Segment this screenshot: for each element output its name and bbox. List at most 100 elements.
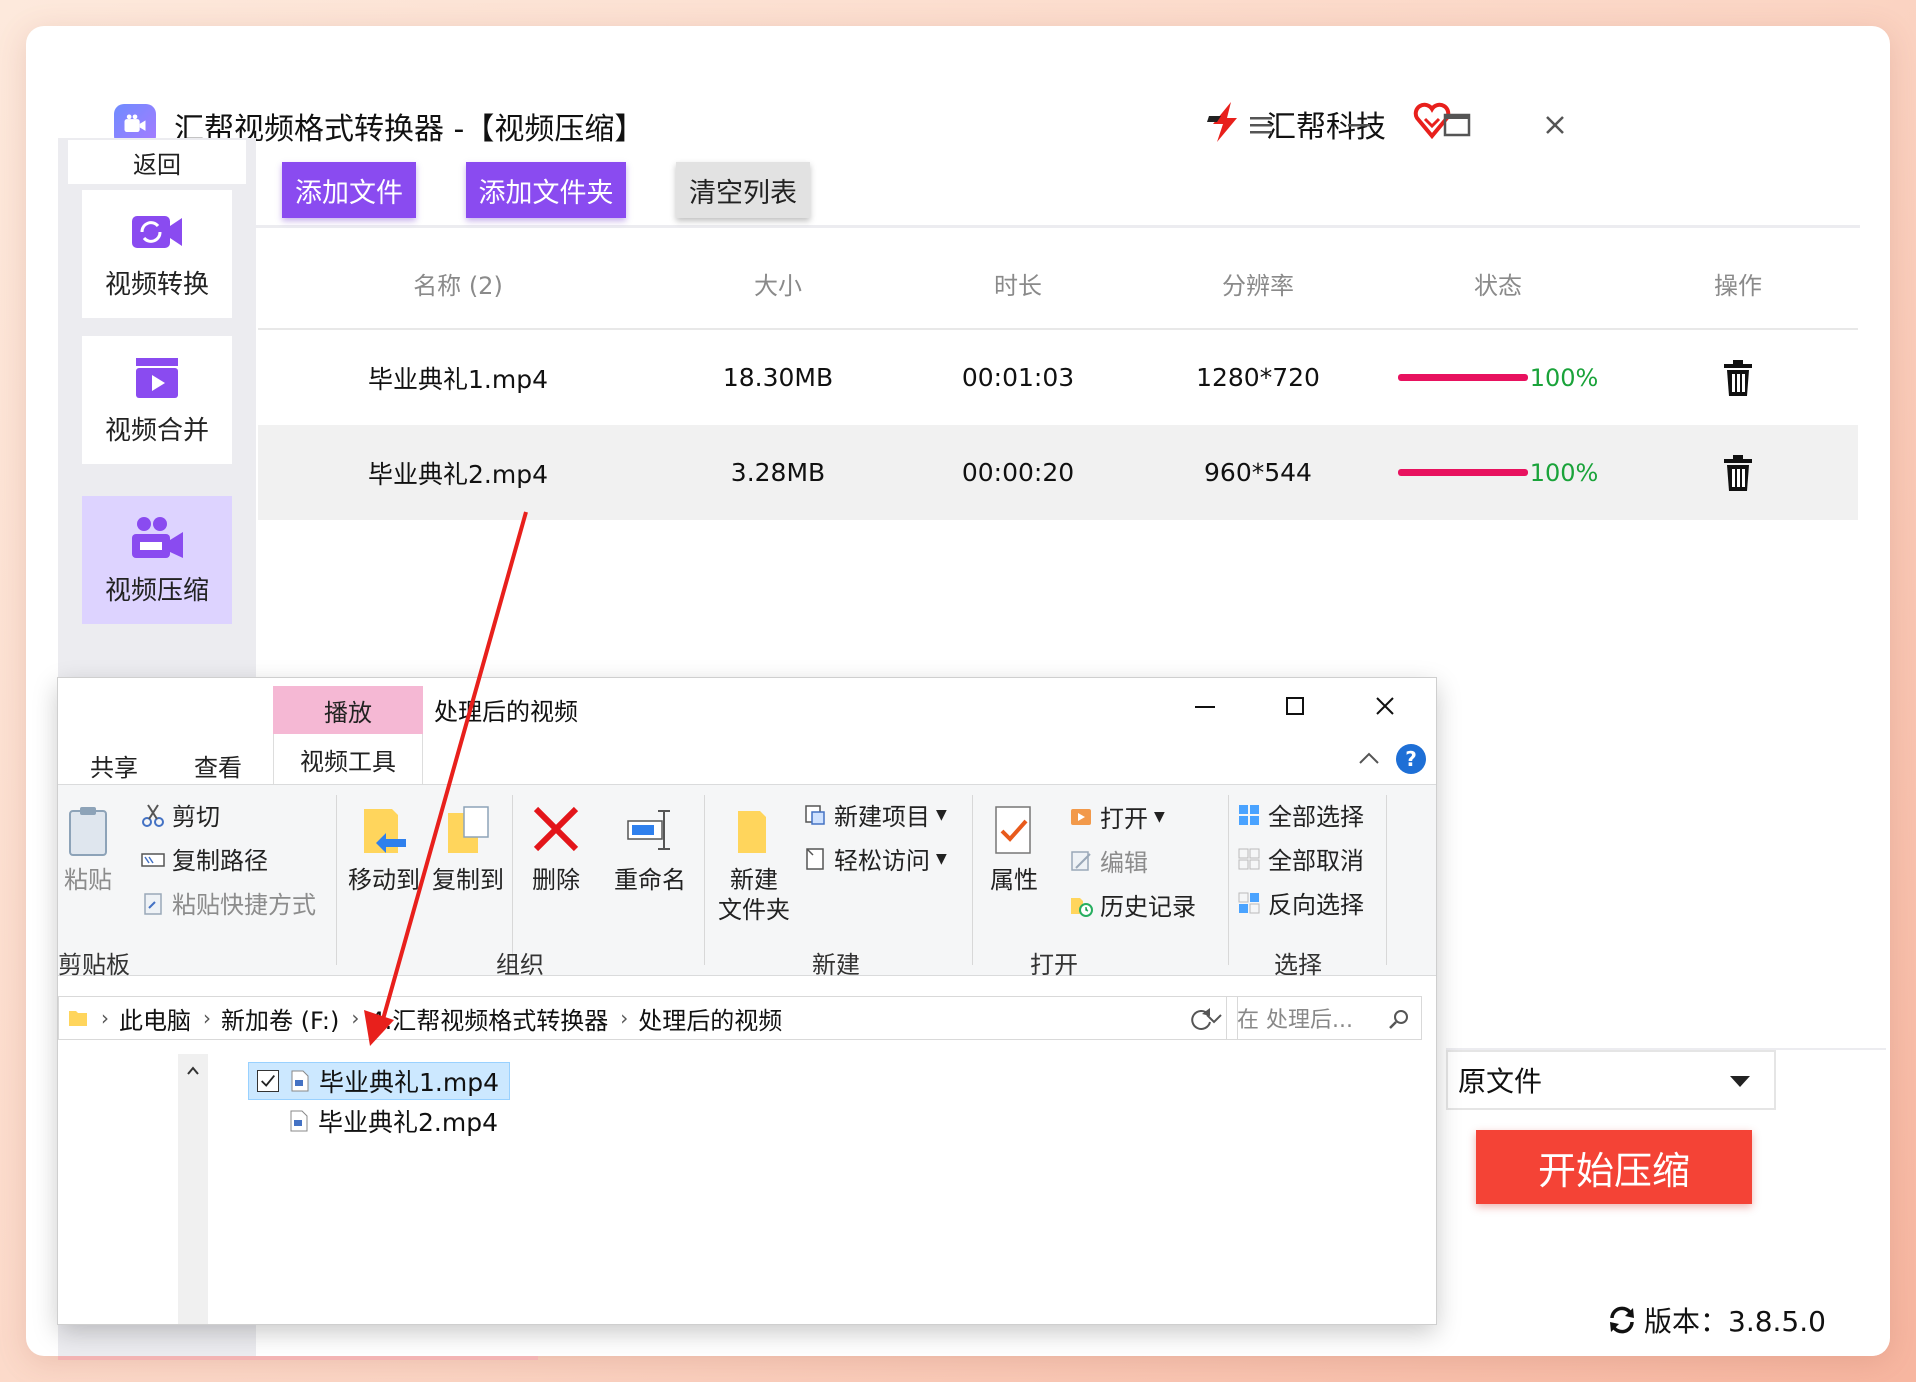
rename-button[interactable]: 重命名 xyxy=(614,803,686,895)
cell-name: 毕业典礼1.mp4 xyxy=(368,364,548,394)
breadcrumb-separator-icon: › xyxy=(203,1006,211,1030)
move-to-button[interactable]: 移动到 xyxy=(348,803,420,895)
copy-path-button[interactable]: 复制路径 xyxy=(140,841,268,876)
paste-button[interactable]: 粘贴 xyxy=(62,803,114,895)
easy-access-icon xyxy=(806,847,824,870)
dropdown-arrow-icon xyxy=(1730,1076,1750,1087)
paste-label: 粘贴 xyxy=(64,866,112,894)
rename-icon xyxy=(627,810,670,850)
back-button[interactable]: 返回 xyxy=(68,140,246,184)
open-button[interactable]: 打开 ▼ xyxy=(1068,799,1165,834)
explorer-maximize-icon[interactable] xyxy=(1270,686,1320,726)
explorer-minimize-icon[interactable] xyxy=(1180,686,1230,726)
trash-icon[interactable] xyxy=(1720,358,1756,398)
table-row[interactable]: 毕业典礼2.mp4 3.28MB 00:00:20 960*544 100% xyxy=(258,425,1858,520)
clear-list-button[interactable]: 清空列表 xyxy=(676,162,810,218)
file-explorer-window: 播放 处理后的视频 共享 查看 视频工具 ? 粘贴 剪切 复制路径 粘贴快捷方式… xyxy=(58,678,1436,1324)
copy-to-label: 复制到 xyxy=(432,866,504,894)
cut-button[interactable]: 剪切 xyxy=(140,797,220,832)
add-folder-button[interactable]: 添加文件夹 xyxy=(466,162,626,218)
tab-play[interactable]: 播放 xyxy=(273,686,423,734)
cell-status: 100% xyxy=(1378,459,1618,487)
scroll-up-icon[interactable] xyxy=(184,1062,202,1080)
breadcrumb-drive[interactable]: 新加卷 (F:) xyxy=(221,1001,339,1036)
file-checkbox[interactable] xyxy=(257,1070,279,1092)
collapse-ribbon-icon[interactable] xyxy=(1354,744,1384,774)
tab-share[interactable]: 共享 xyxy=(90,748,138,783)
address-bar[interactable]: › 此电脑 › 新加卷 (F:) › 4.汇帮视频格式转换器 › 处理后的视频 xyxy=(58,996,1238,1040)
copy-to-icon xyxy=(448,806,489,853)
paste-shortcut-label: 粘贴快捷方式 xyxy=(172,891,316,919)
invert-selection-button[interactable]: 反向选择 xyxy=(1236,885,1364,920)
ribbon: 粘贴 剪切 复制路径 粘贴快捷方式 剪贴板 移动到 复制到 删除 重命名 组织 … xyxy=(58,784,1436,979)
breadcrumb-this-pc[interactable]: 此电脑 xyxy=(119,1001,191,1036)
edit-button[interactable]: 编辑 xyxy=(1068,843,1148,878)
cell-actions xyxy=(1618,358,1858,398)
header-actions: 操作 xyxy=(1714,271,1762,300)
video-convert-icon xyxy=(132,215,182,248)
copy-to-button[interactable]: 复制到 xyxy=(432,803,504,895)
breadcrumb-app-folder[interactable]: 4.汇帮视频格式转换器 xyxy=(369,1001,608,1036)
dropdown-arrow-icon: ▼ xyxy=(936,806,947,823)
group-label-new: 新建 xyxy=(812,951,860,979)
breadcrumb-separator-icon: › xyxy=(620,1006,629,1030)
file-item[interactable]: 毕业典礼2.mp4 xyxy=(288,1102,508,1140)
add-file-button[interactable]: 添加文件 xyxy=(282,162,416,218)
output-location-select[interactable]: 原文件 xyxy=(1446,1050,1776,1110)
easy-access-button[interactable]: 轻松访问 ▼ xyxy=(802,841,947,876)
table-row[interactable]: 毕业典礼1.mp4 18.30MB 00:01:03 1280*720 100% xyxy=(258,330,1858,425)
delete-label: 删除 xyxy=(532,866,580,894)
progress-text: 100% xyxy=(1529,458,1599,487)
new-item-icon xyxy=(805,804,825,825)
history-button[interactable]: 历史记录 xyxy=(1068,887,1196,922)
new-folder-button[interactable]: 新建 文件夹 xyxy=(718,803,790,925)
paste-shortcut-button[interactable]: 粘贴快捷方式 xyxy=(140,885,316,920)
sidebar-item-video-compress[interactable]: 视频压缩 xyxy=(82,496,232,624)
new-folder-icon xyxy=(738,811,766,853)
explorer-header: 播放 处理后的视频 共享 查看 视频工具 ? xyxy=(58,678,1436,784)
decorative-strip xyxy=(58,1356,538,1360)
sidebar-item-video-merge[interactable]: 视频合并 xyxy=(82,336,232,464)
group-label-organize: 组织 xyxy=(496,951,544,979)
header-name: 名称 (2) xyxy=(413,271,503,300)
trash-icon[interactable] xyxy=(1720,453,1756,493)
video-compress-icon xyxy=(132,516,183,558)
explorer-close-icon[interactable] xyxy=(1360,686,1410,726)
refresh-icon[interactable] xyxy=(1188,1006,1214,1032)
tab-video-tools[interactable]: 视频工具 xyxy=(273,734,423,784)
new-folder-label-1: 新建 xyxy=(730,866,778,894)
dropdown-arrow-icon: ▼ xyxy=(936,850,947,867)
tab-view[interactable]: 查看 xyxy=(194,748,242,783)
rename-label: 重命名 xyxy=(614,866,686,894)
scissors-icon xyxy=(142,803,164,827)
help-icon[interactable]: ? xyxy=(1396,744,1426,774)
group-label-open: 打开 xyxy=(1030,951,1078,979)
header-duration: 时长 xyxy=(994,271,1042,300)
start-compress-button[interactable]: 开始压缩 xyxy=(1476,1130,1752,1204)
table-header: 名称 (2) 大小 时长 分辨率 状态 操作 xyxy=(258,238,1858,330)
cell-status: 100% xyxy=(1378,364,1618,392)
delete-button[interactable]: 删除 xyxy=(530,803,582,895)
refresh-icon[interactable] xyxy=(1606,1304,1638,1336)
header-resolution: 分辨率 xyxy=(1222,271,1294,300)
breadcrumb-output-folder[interactable]: 处理后的视频 xyxy=(638,1001,782,1036)
cell-size: 3.28MB xyxy=(730,458,826,487)
cell-resolution: 1280*720 xyxy=(1196,363,1320,392)
select-none-button[interactable]: 全部取消 xyxy=(1236,841,1364,876)
easy-access-label: 轻松访问 xyxy=(834,847,930,875)
file-item[interactable]: 毕业典礼1.mp4 xyxy=(248,1062,510,1100)
sidebar-item-label: 视频压缩 xyxy=(104,575,209,606)
select-all-button[interactable]: 全部选择 xyxy=(1236,797,1364,832)
nav-pane-scrollbar[interactable] xyxy=(178,1054,208,1324)
sidebar-item-video-convert[interactable]: 视频转换 xyxy=(82,190,232,318)
video-merge-icon xyxy=(136,357,178,398)
ribbon-divider xyxy=(1228,795,1229,965)
copy-path-label: 复制路径 xyxy=(172,847,268,875)
sidebar-item-label: 视频合并 xyxy=(104,415,209,446)
properties-button[interactable]: 属性 xyxy=(988,803,1040,895)
file-toolbar: 添加文件 添加文件夹 清空列表 xyxy=(256,138,1860,228)
file-name: 毕业典礼1.mp4 xyxy=(319,1068,499,1097)
new-item-button[interactable]: 新建项目 ▼ xyxy=(802,797,947,832)
search-input[interactable]: 在 处理后... xyxy=(1226,996,1422,1040)
version-info: 版本：3.8.5.0 xyxy=(1606,1300,1826,1340)
